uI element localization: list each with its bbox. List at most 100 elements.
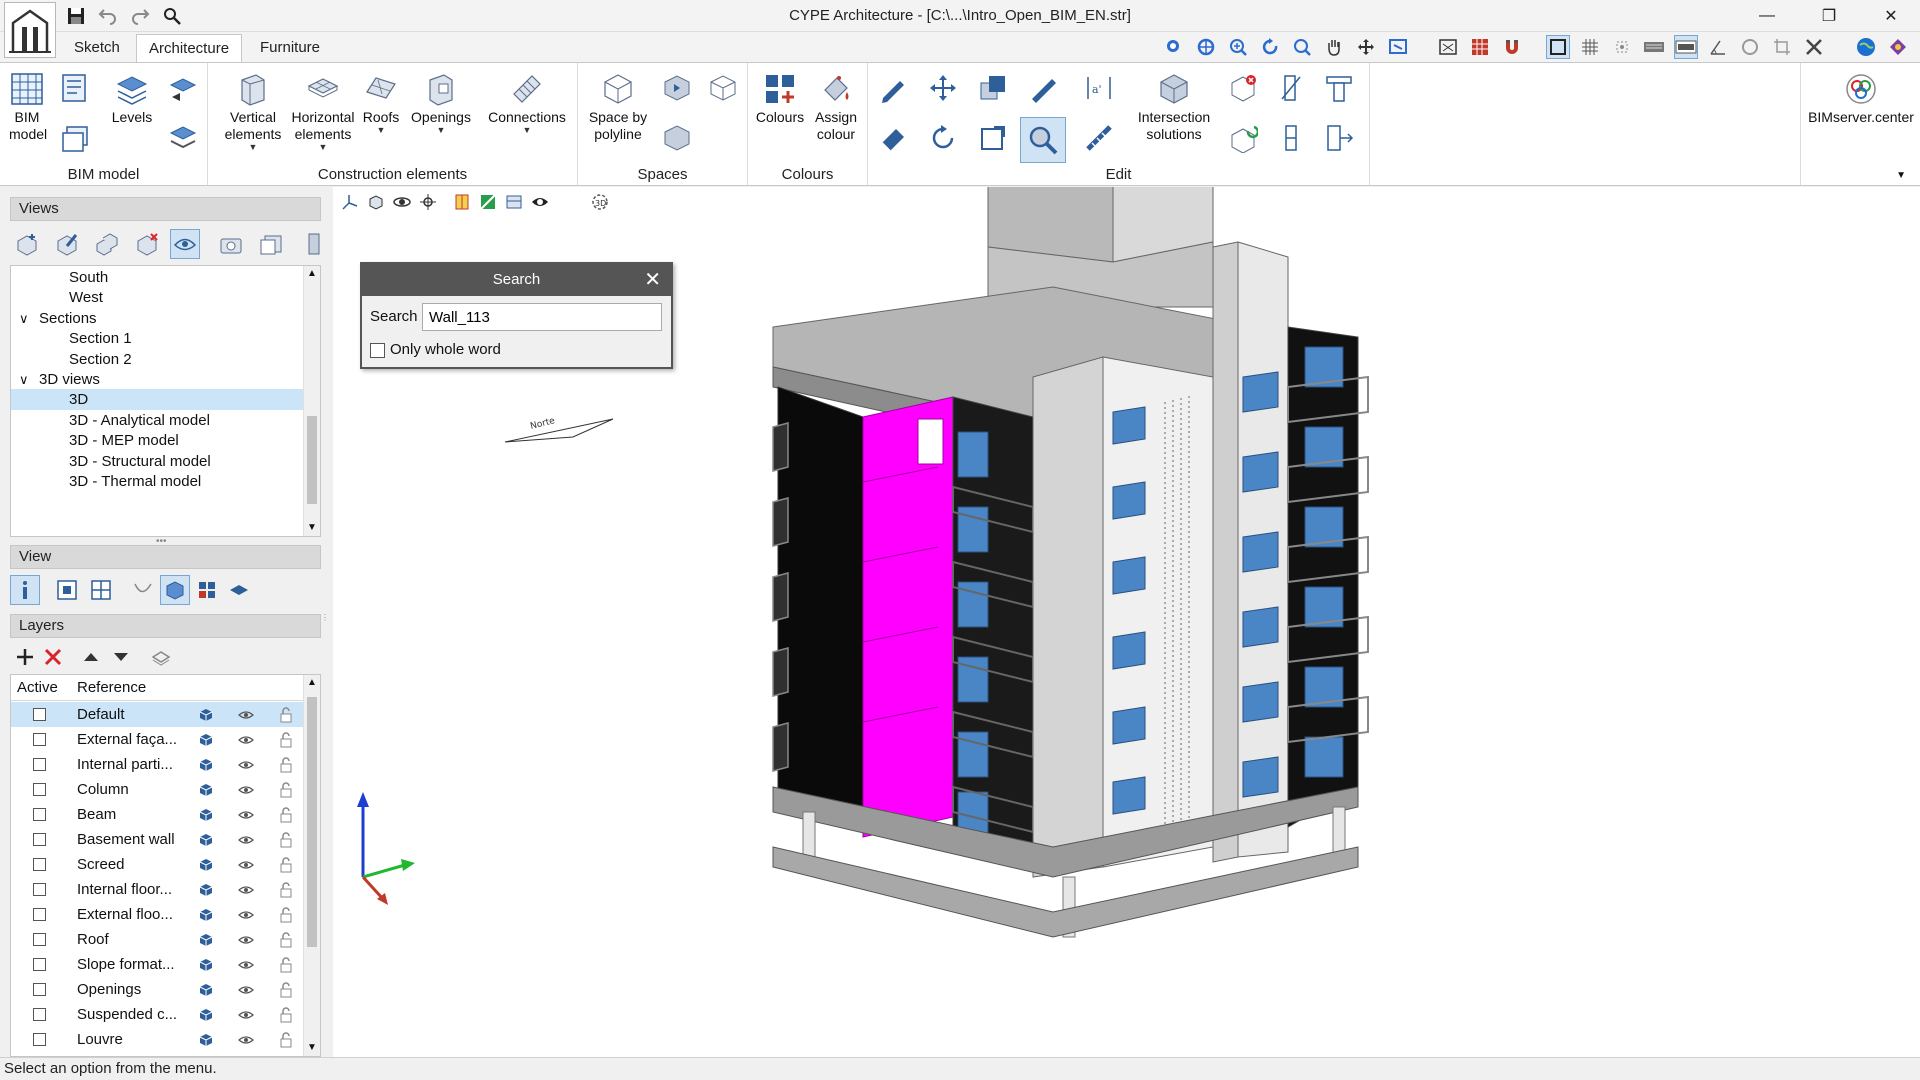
horizontal-elements-button[interactable]: Horizontal elements ▼ <box>286 71 360 152</box>
delete-object-button[interactable] <box>1224 69 1262 107</box>
cube-view-icon[interactable] <box>364 190 388 214</box>
zoom-window-icon[interactable] <box>1162 35 1186 59</box>
delete-view-icon[interactable] <box>132 229 162 259</box>
layer-colour-icon[interactable] <box>197 906 215 924</box>
layer-active-checkbox[interactable] <box>33 833 46 846</box>
tree-item[interactable]: Section 2 <box>11 349 303 370</box>
tab-sketch[interactable]: Sketch <box>62 34 132 62</box>
zoom-select-button[interactable] <box>1020 117 1066 163</box>
layer-colour-icon[interactable] <box>197 881 215 899</box>
bimserver-center-button[interactable]: BIMserver.center <box>1801 71 1920 126</box>
layer-lock-icon[interactable] <box>277 1006 295 1024</box>
layer-visible-icon[interactable] <box>237 981 255 999</box>
layer-active-checkbox[interactable] <box>33 733 46 746</box>
pan-hand-icon[interactable] <box>1322 35 1346 59</box>
scroll-down-icon[interactable]: ▼ <box>304 1040 320 1056</box>
measure-button[interactable] <box>1080 119 1118 157</box>
layer-visible-icon[interactable] <box>237 756 255 774</box>
refresh-view-icon[interactable] <box>1258 35 1282 59</box>
tree-item[interactable]: Section 1 <box>11 328 303 349</box>
layer-settings-icon[interactable] <box>146 642 176 672</box>
layer-lock-icon[interactable] <box>277 981 295 999</box>
walk-view-icon[interactable] <box>416 190 440 214</box>
scale-object-button[interactable] <box>974 119 1012 157</box>
layer-visible-icon[interactable] <box>237 1006 255 1024</box>
rotate-view-icon[interactable] <box>1738 35 1762 59</box>
copy-view-icon[interactable] <box>92 229 122 259</box>
layer-lock-icon[interactable] <box>277 706 295 724</box>
layer-active-checkbox[interactable] <box>33 1008 46 1021</box>
orbit-icon[interactable] <box>1354 35 1378 59</box>
tree-expander-icon[interactable]: ∨ <box>19 308 29 329</box>
layer-row[interactable]: Suspended c... <box>11 1002 303 1027</box>
grid-icon[interactable] <box>1578 35 1602 59</box>
connections-button[interactable]: Connections ▼ <box>482 71 572 135</box>
layer-active-checkbox[interactable] <box>33 983 46 996</box>
text-annotation-button[interactable]: a' <box>1080 69 1118 107</box>
edit-view-icon[interactable] <box>52 229 82 259</box>
layer-lock-icon[interactable] <box>277 881 295 899</box>
add-view-icon[interactable] <box>12 229 42 259</box>
ribbon-expand-icon[interactable]: ▼ <box>1896 170 1906 181</box>
eraser-button[interactable] <box>874 119 912 157</box>
3d-settings-icon[interactable]: 3D <box>588 190 612 214</box>
layer-colour-icon[interactable] <box>197 781 215 799</box>
scroll-up-icon[interactable]: ▲ <box>304 266 320 282</box>
tree-item[interactable]: ∨ 3D views <box>11 369 303 390</box>
angle-icon[interactable] <box>1706 35 1730 59</box>
capture-view-icon[interactable] <box>216 229 246 259</box>
view-options-icon[interactable] <box>300 229 330 259</box>
layer-row[interactable]: Louvre <box>11 1027 303 1052</box>
regenerate-button[interactable] <box>1224 119 1262 157</box>
export-view-icon[interactable] <box>256 229 286 259</box>
level-stack-button[interactable] <box>164 119 202 157</box>
3d-box-icon[interactable] <box>160 575 190 605</box>
layer-colour-icon[interactable] <box>197 1006 215 1024</box>
layer-visible-icon[interactable] <box>237 731 255 749</box>
bim-manage-button[interactable] <box>56 69 94 107</box>
layer-lock-icon[interactable] <box>277 906 295 924</box>
trim-button[interactable] <box>1320 119 1358 157</box>
openings-button[interactable]: Openings ▼ <box>408 71 474 135</box>
zoom-previous-icon[interactable] <box>1290 35 1314 59</box>
space-auto-button[interactable] <box>658 69 696 107</box>
layer-lock-icon[interactable] <box>277 731 295 749</box>
curve-icon[interactable] <box>128 575 158 605</box>
magnet-icon[interactable] <box>1500 35 1524 59</box>
layer-colour-icon[interactable] <box>197 981 215 999</box>
layer-active-checkbox[interactable] <box>33 1033 46 1046</box>
layer-visible-icon[interactable] <box>237 931 255 949</box>
split-button[interactable] <box>1272 119 1310 157</box>
layer-row[interactable]: Roof <box>11 927 303 952</box>
layer-row[interactable]: External faça... <box>11 727 303 752</box>
move-button[interactable] <box>924 69 962 107</box>
delete-layer-icon[interactable] <box>38 642 68 672</box>
scroll-thumb[interactable] <box>307 697 317 947</box>
section-box-icon[interactable] <box>450 190 474 214</box>
layer-active-checkbox[interactable] <box>33 808 46 821</box>
layer-lock-icon[interactable] <box>277 931 295 949</box>
vertical-elements-button[interactable]: Vertical elements ▼ <box>218 71 288 152</box>
space-view-button[interactable] <box>704 69 742 107</box>
layers-scrollbar[interactable]: ▲ ▼ <box>303 675 320 1056</box>
layer-row[interactable]: External floo... <box>11 902 303 927</box>
intersection-solutions-button[interactable]: Intersection solutions <box>1130 71 1218 143</box>
floor-plan-icon[interactable] <box>502 190 526 214</box>
info-icon[interactable] <box>10 575 40 605</box>
keyboard-icon[interactable] <box>1642 35 1666 59</box>
layer-colour-icon[interactable] <box>197 956 215 974</box>
layer-colour-icon[interactable] <box>197 731 215 749</box>
extend-button[interactable] <box>1320 69 1358 107</box>
layer-visible-icon[interactable] <box>237 806 255 824</box>
edit-pencil-button[interactable] <box>874 69 912 107</box>
scale-icon[interactable] <box>1674 35 1698 59</box>
layer-visible-icon[interactable] <box>237 706 255 724</box>
layer-row[interactable]: Internal floor... <box>11 877 303 902</box>
layer-lock-icon[interactable] <box>277 756 295 774</box>
layer-visible-icon[interactable] <box>237 881 255 899</box>
bim-link-button[interactable] <box>56 119 94 157</box>
globe-icon[interactable] <box>1854 35 1878 59</box>
layer-visible-icon[interactable] <box>237 781 255 799</box>
layer-active-checkbox[interactable] <box>33 883 46 896</box>
split-view-icon[interactable] <box>86 575 116 605</box>
